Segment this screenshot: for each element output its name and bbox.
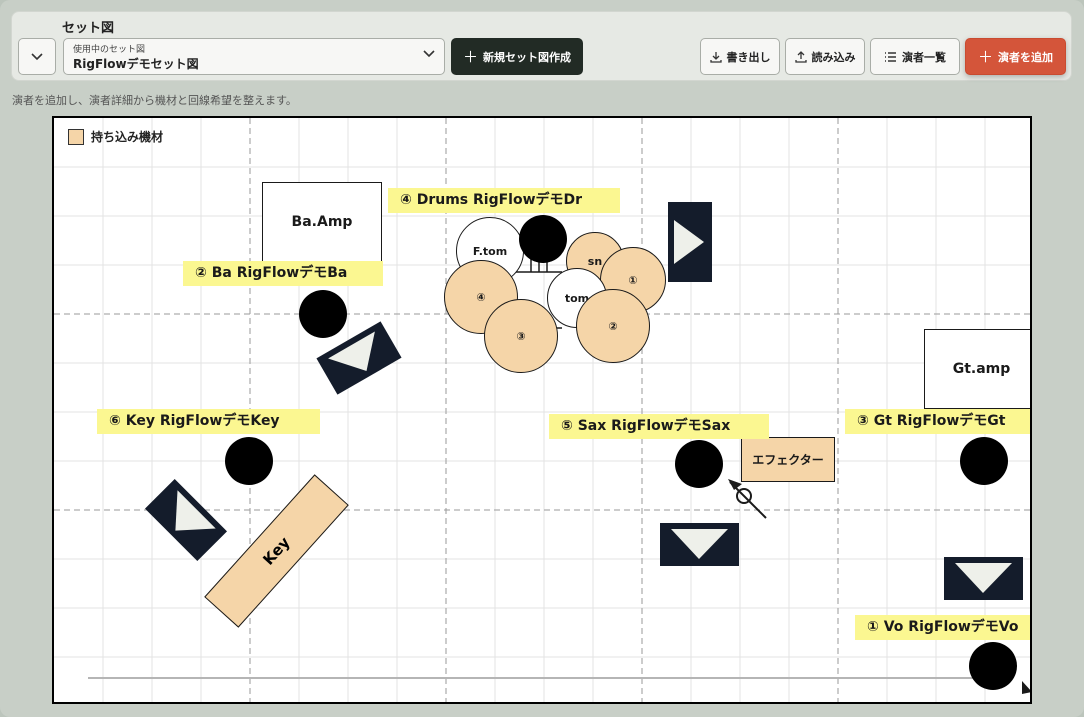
performer-position-gt[interactable] bbox=[960, 437, 1008, 485]
monitor-wedge-icon bbox=[671, 529, 728, 559]
upload-icon bbox=[794, 50, 807, 63]
monitor-wedge-icon bbox=[674, 220, 704, 264]
download-icon bbox=[709, 51, 722, 63]
monitor-wedge-icon bbox=[955, 563, 1012, 593]
legend: 持ち込み機材 bbox=[68, 128, 163, 145]
keyboard-label: Key bbox=[259, 533, 294, 569]
chevron-down-icon bbox=[31, 52, 43, 60]
member-list-label: 演者一覧 bbox=[902, 50, 946, 64]
performer-position-vo[interactable] bbox=[969, 642, 1017, 690]
drum-cymbal-3[interactable]: ③ bbox=[484, 299, 558, 373]
import-label: 読み込み bbox=[811, 50, 856, 64]
collapse-button[interactable] bbox=[18, 38, 56, 75]
effector-box[interactable]: エフェクター bbox=[741, 437, 835, 482]
chevron-down-icon bbox=[423, 50, 435, 58]
select-value: RigFlowデモセット図 bbox=[73, 57, 199, 71]
performer-position-drums[interactable] bbox=[519, 215, 567, 263]
new-set-diagram-label: 新規セット図作成 bbox=[483, 50, 571, 64]
export-label: 書き出し bbox=[726, 50, 771, 64]
legend-swatch bbox=[68, 128, 84, 145]
export-button[interactable]: 書き出し bbox=[700, 38, 780, 75]
monitor-gt[interactable] bbox=[944, 557, 1023, 600]
drum-cymbal-2[interactable]: ② bbox=[576, 289, 650, 363]
performer-label-drums[interactable]: ④ Drums RigFlowデモDr bbox=[388, 188, 620, 213]
guitar-amp[interactable]: Gt.amp bbox=[924, 329, 1030, 409]
list-icon bbox=[885, 51, 896, 62]
performer-label-vo[interactable]: ① Vo RigFlowデモVo bbox=[855, 615, 1030, 640]
vo-mic-arrow-icon[interactable] bbox=[1022, 681, 1032, 694]
performer-label-key[interactable]: ⑥ Key RigFlowデモKey bbox=[97, 409, 320, 434]
new-set-diagram-button[interactable]: ＋ 新規セット図作成 bbox=[451, 38, 583, 75]
add-member-label: 演者を追加 bbox=[998, 50, 1053, 64]
select-label: 使用中のセット図 bbox=[73, 45, 146, 55]
add-member-button[interactable]: ＋ 演者を追加 bbox=[965, 38, 1066, 75]
set-diagram-window: セット図 使用中のセット図 RigFlowデモセット図 ＋ 新規セット図作成 書… bbox=[0, 0, 1084, 717]
set-diagram-select[interactable]: 使用中のセット図 RigFlowデモセット図 bbox=[63, 38, 445, 75]
section-title: セット図 bbox=[62, 21, 115, 36]
monitor-drums[interactable] bbox=[668, 202, 712, 282]
performer-label-bass[interactable]: ② Ba RigFlowデモBa bbox=[183, 261, 383, 286]
bass-amp[interactable]: Ba.Amp bbox=[262, 182, 382, 262]
stage-canvas[interactable]: 持ち込み機材 Ba.Amp Gt.amp エフェクター Key ④ Drums … bbox=[52, 116, 1032, 704]
performer-label-gt[interactable]: ③ Gt RigFlowデモGt bbox=[845, 409, 1030, 434]
member-list-button[interactable]: 演者一覧 bbox=[870, 38, 960, 75]
performer-position-sax[interactable] bbox=[675, 440, 723, 488]
plus-icon: ＋ bbox=[977, 48, 993, 66]
performer-position-key[interactable] bbox=[225, 437, 273, 485]
performer-label-sax[interactable]: ⑤ Sax RigFlowデモSax bbox=[549, 414, 769, 439]
performer-position-bass[interactable] bbox=[299, 290, 347, 338]
legend-label: 持ち込み機材 bbox=[91, 130, 164, 144]
plus-icon: ＋ bbox=[462, 48, 478, 66]
sax-mic-stand-icon[interactable] bbox=[728, 479, 767, 519]
monitor-sax[interactable] bbox=[660, 523, 739, 566]
import-button[interactable]: 読み込み bbox=[785, 38, 865, 75]
hint-text: 演者を追加し、演者詳細から機材と回線希望を整えます。 bbox=[12, 94, 297, 107]
